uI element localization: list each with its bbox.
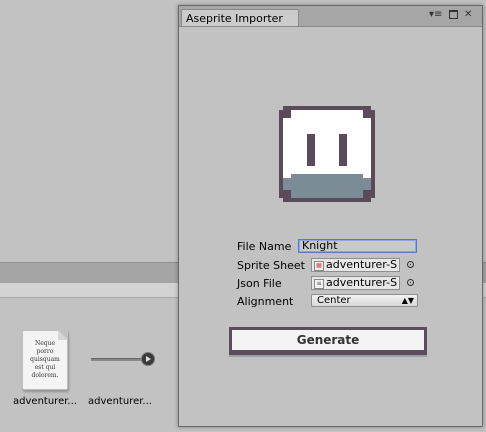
json-file-value: adventurer-S bbox=[326, 276, 398, 289]
json-file-label: Json File bbox=[237, 277, 282, 290]
json-file-row: Json File ≡ adventurer-S bbox=[237, 276, 477, 292]
window-tab[interactable]: Aseprite Importer bbox=[181, 9, 299, 26]
asset-item-text[interactable]: Neque porro quisquam est qui dolorem. ad… bbox=[10, 330, 80, 410]
sprite-preview-icon bbox=[279, 106, 375, 202]
waveform-icon bbox=[91, 358, 145, 361]
document-preview-text: Neque porro quisquam est qui dolorem. bbox=[30, 340, 60, 379]
file-name-label: File Name bbox=[237, 240, 292, 253]
alignment-dropdown[interactable]: Center ▲▼ bbox=[311, 294, 418, 307]
object-picker-icon[interactable] bbox=[407, 279, 414, 286]
alignment-row: Alignment Center ▲▼ bbox=[237, 294, 477, 310]
close-icon[interactable]: ✕ bbox=[464, 9, 472, 21]
alignment-label: Alignment bbox=[237, 295, 294, 308]
text-asset-icon: ≡ bbox=[314, 279, 324, 289]
dropdown-arrows-icon: ▲▼ bbox=[401, 296, 414, 305]
audio-clip-icon bbox=[91, 352, 155, 366]
aseprite-importer-window: Aseprite Importer ▾≡ ✕ File Name Knight … bbox=[178, 5, 483, 427]
object-picker-icon[interactable] bbox=[407, 261, 414, 268]
sprite-sheet-value: adventurer-S bbox=[326, 258, 398, 271]
text-document-icon: Neque porro quisquam est qui dolorem. bbox=[22, 330, 68, 390]
sprite-sheet-row: Sprite Sheet ▦ adventurer-S bbox=[237, 258, 477, 274]
file-name-row: File Name Knight bbox=[237, 239, 477, 255]
sprite-sheet-field[interactable]: ▦ adventurer-S bbox=[311, 258, 400, 272]
texture-icon: ▦ bbox=[314, 261, 324, 271]
window-titlebar[interactable]: Aseprite Importer ▾≡ ✕ bbox=[179, 6, 482, 27]
maximize-icon[interactable] bbox=[449, 10, 458, 19]
file-name-input[interactable]: Knight bbox=[298, 239, 417, 253]
context-menu-icon[interactable]: ▾≡ bbox=[429, 9, 442, 21]
asset-item-audio[interactable]: adventurer... bbox=[85, 330, 155, 410]
asset-name: adventurer... bbox=[13, 396, 77, 407]
sprite-sheet-label: Sprite Sheet bbox=[237, 259, 305, 272]
play-icon[interactable] bbox=[141, 352, 155, 366]
alignment-value: Center bbox=[317, 295, 351, 306]
json-file-field[interactable]: ≡ adventurer-S bbox=[311, 276, 400, 290]
generate-button[interactable]: Generate bbox=[229, 327, 427, 355]
asset-name: adventurer... bbox=[88, 396, 152, 407]
